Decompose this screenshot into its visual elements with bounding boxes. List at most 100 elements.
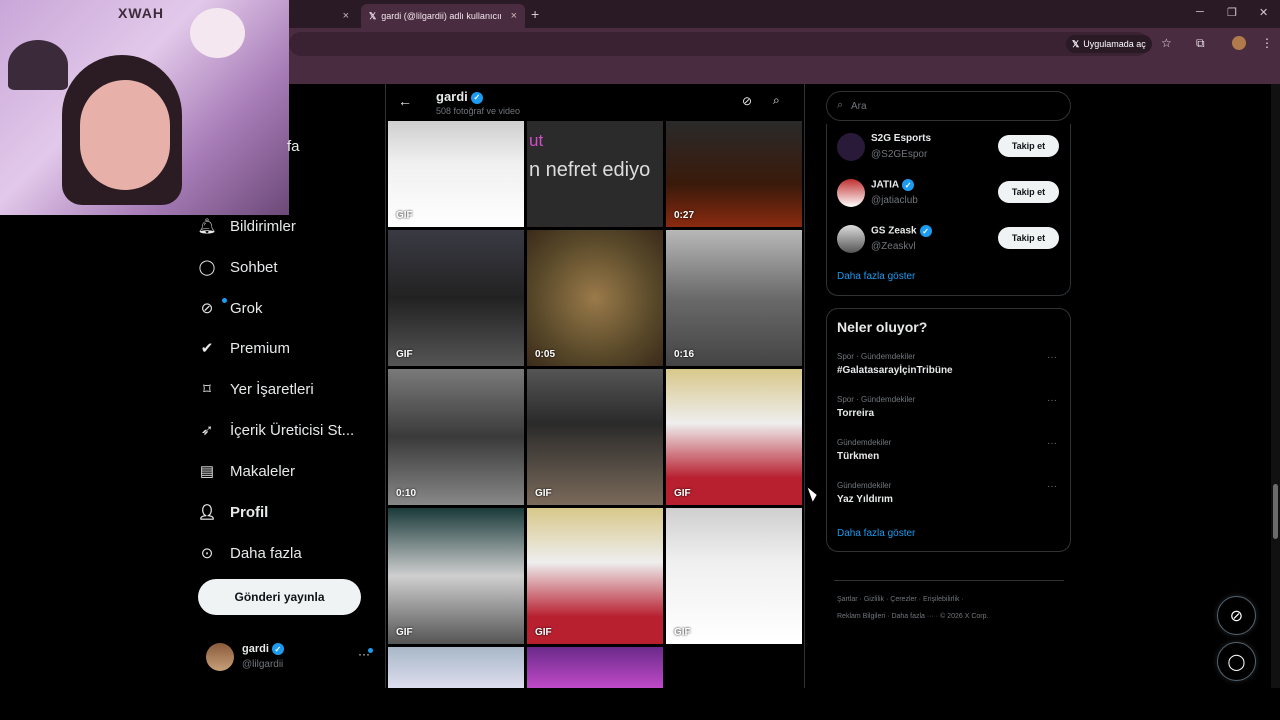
browser-tab[interactable]: × (289, 4, 357, 28)
grok-fab[interactable]: ⊘ (1217, 596, 1256, 635)
follow-button[interactable]: Takip et (998, 227, 1059, 249)
page-scrollbar[interactable] (1271, 84, 1280, 688)
sidebar-item-label: Grok (230, 299, 263, 317)
grok-icon: ⊘ (1229, 607, 1244, 625)
profile-name-text: gardi (436, 89, 468, 104)
trend-context: Spor · Gündemdekiler (837, 352, 916, 361)
trend-more-icon[interactable]: ··· (1047, 481, 1057, 492)
media-tile[interactable]: 0:27 (666, 121, 802, 227)
trend-more-icon[interactable]: ··· (1047, 395, 1057, 406)
sidebar-item-label: Yer İşaretleri (230, 380, 314, 398)
x-logo-icon: 𝕏 (1072, 38, 1080, 49)
tab-close-icon[interactable]: × (511, 10, 517, 22)
trend-item[interactable]: Gündemdekiler Türkmen ··· (837, 438, 1062, 470)
new-tab-button[interactable]: + (531, 6, 539, 22)
restore-button[interactable]: ❐ (1227, 6, 1237, 19)
avatar (837, 179, 865, 207)
footer-links[interactable]: Şartlar · Gizlilik · Çerezler · Erişileb… (837, 596, 964, 603)
avatar (206, 643, 234, 671)
media-tile[interactable]: GIF (388, 508, 524, 644)
suggestion-name: JATIA ✓ (871, 179, 915, 191)
profile-avatar-icon[interactable] (1232, 36, 1246, 50)
bookmark-icon: ⌑ (203, 381, 211, 398)
grok-icon[interactable]: ⊘ (742, 94, 752, 108)
trend-title: #GalatasarayİçinTribüne (837, 365, 953, 376)
minimize-button[interactable]: ─ (1196, 6, 1204, 18)
post-button[interactable]: Gönderi yayınla (198, 579, 361, 615)
media-tile[interactable]: GIF (388, 121, 524, 227)
media-tile[interactable]: ut n nefret ediyo (527, 121, 663, 227)
media-tile[interactable] (388, 647, 524, 688)
trend-item[interactable]: Spor · Gündemdekiler Torreira ··· (837, 395, 1062, 427)
show-more-link[interactable]: Daha fazla göster (837, 271, 915, 282)
search-input[interactable] (851, 98, 1051, 114)
follow-suggestion[interactable]: GS Zeask ✓ @Zeaskvl Takip et (837, 222, 1062, 258)
trend-more-icon[interactable]: ··· (1047, 438, 1057, 449)
follow-suggestion[interactable]: S2G Esports @S2GEspor Takip et (837, 130, 1062, 166)
sidebar-item-notifications[interactable]: 🔔︎ Bildirimler (197, 217, 295, 236)
media-badge: 0:27 (674, 210, 695, 221)
media-badge: GIF (396, 349, 413, 360)
media-tile[interactable]: GIF (666, 508, 802, 644)
streamer-face (80, 80, 170, 190)
media-badge: GIF (535, 627, 552, 638)
open-in-app-button[interactable]: 𝕏 Uygulamada aç (1066, 35, 1152, 53)
browser-tab-active[interactable]: 𝕏 gardi (@lilgardii) adlı kullanıcının × (361, 4, 525, 28)
scrollbar-thumb[interactable] (1273, 484, 1278, 539)
close-window-button[interactable]: ✕ (1259, 6, 1268, 19)
trend-item[interactable]: Gündemdekiler Yaz Yıldırım ··· (837, 481, 1062, 513)
sidebar-item-articles[interactable]: ▤ Makaleler (198, 462, 295, 481)
sidebar-item-more[interactable]: ⊙ Daha fazla (198, 544, 302, 563)
sidebar-item-creator-studio[interactable]: ➶ İçerik Üreticisi St... (198, 421, 354, 440)
avatar (837, 225, 865, 253)
media-tile[interactable]: GIF (527, 369, 663, 505)
sidebar-item-premium[interactable]: ✔ Premium (198, 339, 290, 358)
search-icon[interactable]: ⌕ (773, 93, 780, 108)
media-badge: 0:16 (674, 349, 695, 360)
media-tile[interactable]: GIF (527, 508, 663, 644)
divider (834, 580, 1064, 581)
media-tile[interactable]: 0:05 (527, 230, 663, 366)
premium-icon: ✔ (200, 340, 214, 357)
account-name-text: gardi (242, 643, 269, 655)
suggestion-handle: @Zeaskvl (871, 241, 916, 252)
account-switcher[interactable]: gardi ✓ @lilgardii ··· (206, 643, 376, 675)
media-tile[interactable]: GIF (388, 230, 524, 366)
trend-more-icon[interactable]: ··· (1047, 352, 1057, 363)
media-badge: GIF (396, 627, 413, 638)
verified-icon: ✓ (271, 643, 284, 656)
extensions-icon[interactable]: ⧉ (1196, 36, 1205, 51)
back-arrow-icon[interactable]: ← (398, 93, 412, 109)
search-box[interactable]: ⌕ (826, 91, 1071, 121)
follow-button[interactable]: Takip et (998, 181, 1059, 203)
media-tile[interactable]: 0:16 (666, 230, 802, 366)
webcam-overlay: XWAH (0, 0, 289, 215)
messages-fab[interactable]: ◯ (1217, 642, 1256, 681)
show-more-link[interactable]: Daha fazla göster (837, 528, 915, 539)
trend-item[interactable]: Spor · Gündemdekiler #GalatasarayİçinTri… (837, 352, 1062, 384)
address-bar[interactable] (289, 32, 1149, 56)
footer-links[interactable]: Reklam Bilgileri · Daha fazla ··· · © 20… (837, 613, 988, 620)
avatar (837, 133, 865, 161)
trend-context: Gündemdekiler (837, 481, 892, 490)
trend-title: Yaz Yıldırım (837, 494, 893, 505)
suggestion-name-text: JATIA (871, 179, 900, 191)
bookmark-star-icon[interactable]: ☆ (1161, 36, 1172, 50)
media-caption: n nefret ediyo (529, 159, 651, 181)
media-tile[interactable]: GIF (666, 369, 802, 505)
sidebar-item-bookmarks[interactable]: ⌑ Yer İşaretleri (198, 380, 314, 399)
verified-icon: ✓ (902, 179, 915, 191)
follow-button[interactable]: Takip et (998, 135, 1059, 157)
tab-close-icon[interactable]: × (343, 10, 349, 22)
sidebar-item-label: Sohbet (230, 258, 278, 276)
account-name: gardi ✓ (242, 643, 284, 656)
sidebar-item-chat[interactable]: ◯ Sohbet (198, 258, 278, 277)
media-tile[interactable]: 0:10 (388, 369, 524, 505)
trends-title: Neler oluyor? (837, 319, 928, 335)
sidebar-item-profile[interactable]: 👤︎ Profil (197, 503, 268, 522)
media-tile[interactable] (527, 647, 663, 688)
suggestion-handle: @jatiaclub (871, 195, 918, 206)
follow-suggestion[interactable]: JATIA ✓ @jatiaclub Takip et (837, 176, 1062, 212)
browser-menu-icon[interactable]: ⋮ (1261, 36, 1273, 50)
sidebar-item-grok[interactable]: ⊘ Grok (198, 299, 263, 318)
